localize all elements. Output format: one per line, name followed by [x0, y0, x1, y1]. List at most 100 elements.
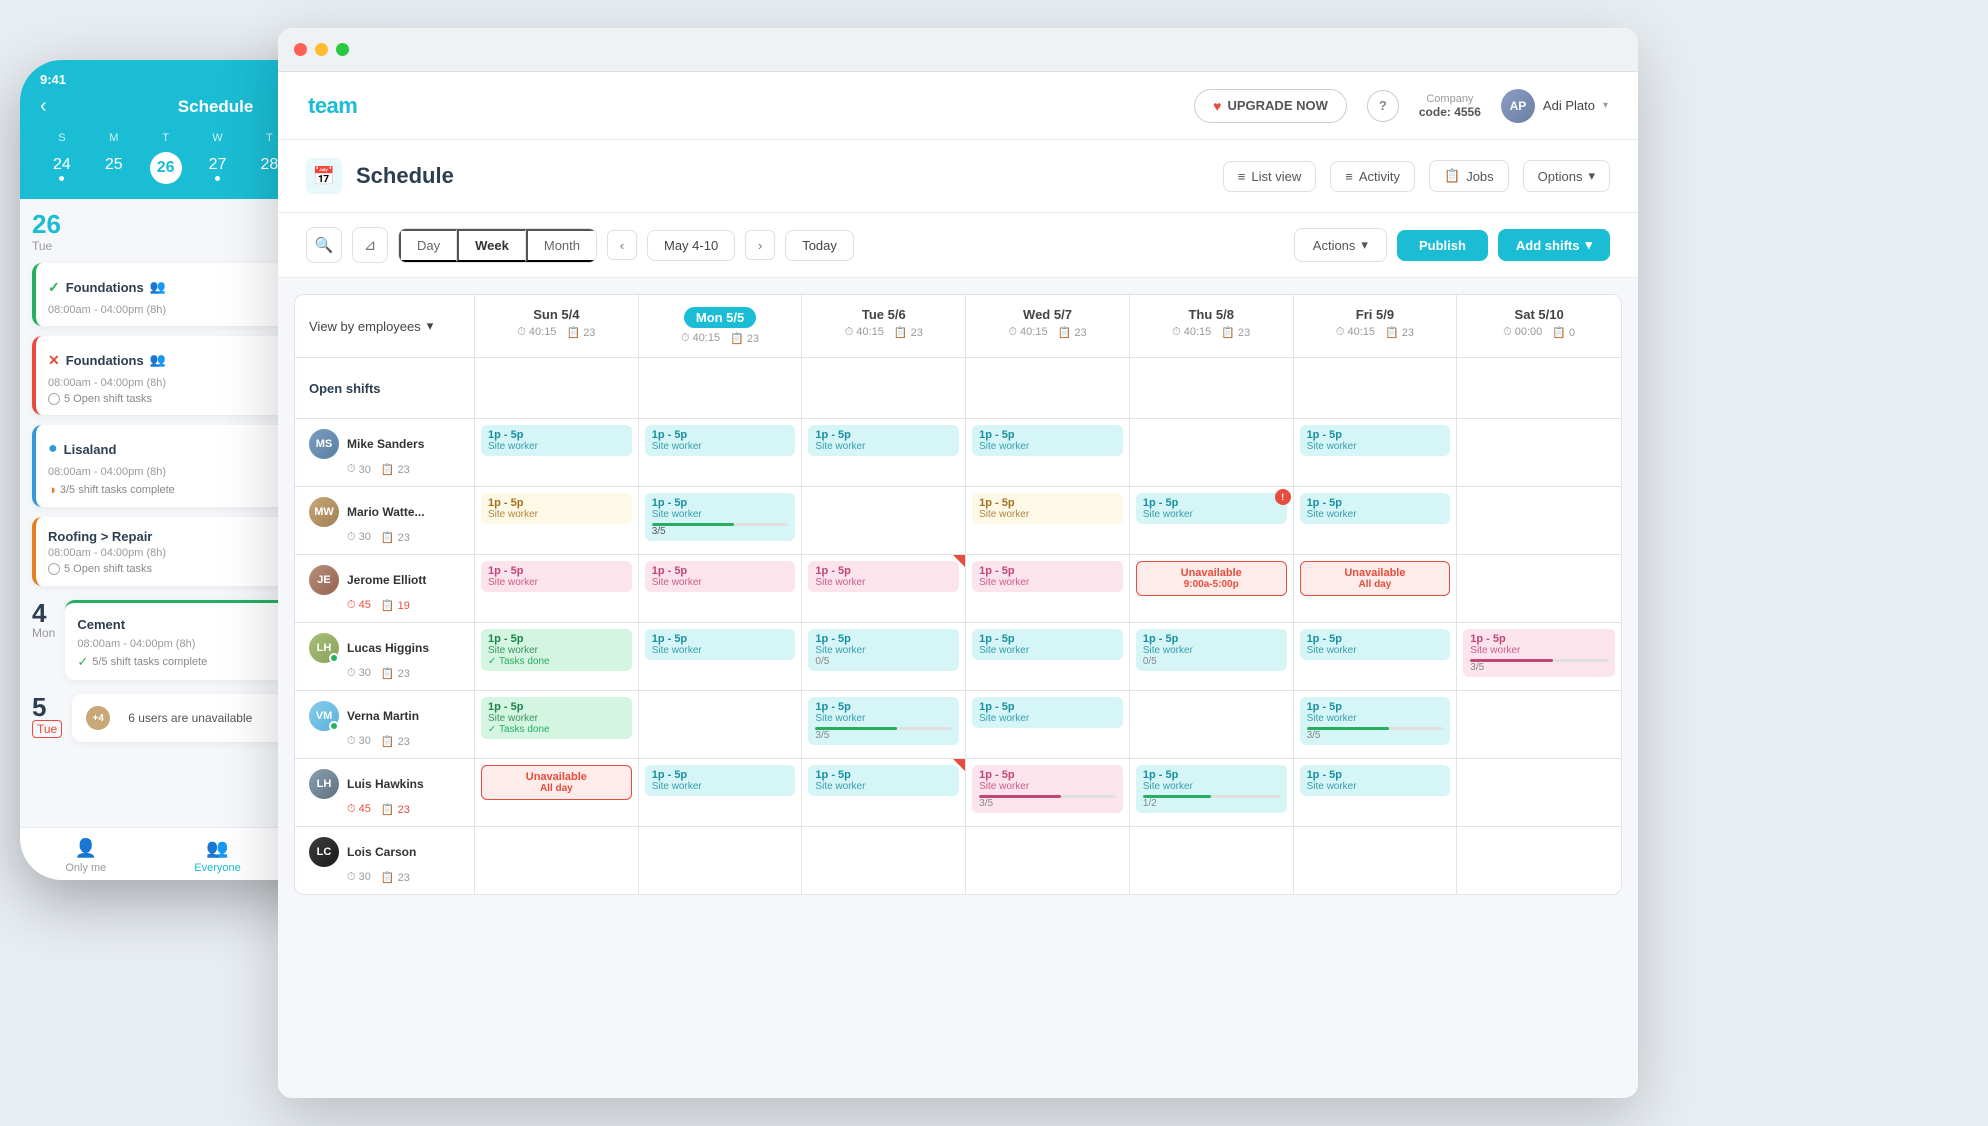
- shift-block[interactable]: 1p - 5p Site worker 0/5: [808, 629, 959, 671]
- phone-date-25[interactable]: 25: [88, 152, 140, 185]
- mario-sun[interactable]: 1p - 5p Site worker: [475, 487, 639, 554]
- help-button[interactable]: ?: [1367, 90, 1399, 122]
- mario-wed[interactable]: 1p - 5p Site worker: [966, 487, 1130, 554]
- shift-block[interactable]: 1p - 5p Site worker: [1300, 629, 1451, 660]
- lucas-tue[interactable]: 1p - 5p Site worker 0/5: [802, 623, 966, 690]
- shift-block[interactable]: 1p - 5p Site worker 3/5: [1463, 629, 1615, 677]
- shift-block[interactable]: 1p - 5p Site worker: [645, 765, 796, 796]
- mario-fri[interactable]: 1p - 5p Site worker: [1294, 487, 1458, 554]
- shift-block[interactable]: 1p - 5p Site worker ✓ Tasks done: [481, 629, 632, 671]
- shift-block[interactable]: 1p - 5p Site worker: [972, 493, 1123, 524]
- mike-wed[interactable]: 1p - 5p Site worker: [966, 419, 1130, 486]
- phone-day-num: 26: [32, 211, 61, 237]
- jerome-thu[interactable]: Unavailable 9:00a-5:00p: [1130, 555, 1294, 622]
- col-header-wed: Wed 5/7 ⏱ 40:15 📋 23: [966, 295, 1130, 357]
- clock-icon: ⏱: [347, 463, 356, 476]
- shift-block[interactable]: 1p - 5p Site worker: [645, 425, 796, 456]
- shift-block[interactable]: 1p - 5p Site worker: [645, 561, 796, 592]
- jerome-wed[interactable]: 1p - 5p Site worker: [966, 555, 1130, 622]
- options-button[interactable]: Options ▾: [1523, 160, 1610, 192]
- filter-button[interactable]: ⊿: [352, 227, 388, 263]
- shift-block[interactable]: 1p - 5p Site worker 3/5: [645, 493, 796, 541]
- traffic-light-red[interactable]: [294, 43, 307, 56]
- shift-block[interactable]: 1p - 5p Site worker 3/5: [1300, 697, 1451, 745]
- shift-block[interactable]: 1p - 5p Site worker: [1136, 493, 1287, 524]
- lucas-thu[interactable]: 1p - 5p Site worker 0/5: [1130, 623, 1294, 690]
- luis-tue[interactable]: 1p - 5p Site worker: [802, 759, 966, 826]
- shift-block[interactable]: 1p - 5p Site worker 0/5: [1136, 629, 1287, 671]
- luis-thu[interactable]: 1p - 5p Site worker 1/2: [1130, 759, 1294, 826]
- luis-sun[interactable]: Unavailable All day: [475, 759, 639, 826]
- shift-block[interactable]: 1p - 5p Site worker: [1300, 493, 1451, 524]
- jerome-sun[interactable]: 1p - 5p Site worker: [475, 555, 639, 622]
- mario-thu[interactable]: ! 1p - 5p Site worker: [1130, 487, 1294, 554]
- mike-sun[interactable]: 1p - 5p Site worker: [475, 419, 639, 486]
- lucas-mon[interactable]: 1p - 5p Site worker: [639, 623, 803, 690]
- traffic-light-yellow[interactable]: [315, 43, 328, 56]
- shift-block[interactable]: 1p - 5p Site worker: [808, 425, 959, 456]
- phone-date-24[interactable]: 24: [36, 152, 88, 185]
- shift-block[interactable]: 1p - 5p Site worker: [972, 629, 1123, 660]
- luis-fri[interactable]: 1p - 5p Site worker: [1294, 759, 1458, 826]
- shift-block[interactable]: 1p - 5p Site worker: [481, 425, 632, 456]
- actions-button[interactable]: Actions ▾: [1294, 228, 1387, 262]
- day-tab-month[interactable]: Month: [526, 229, 596, 262]
- list-view-button[interactable]: ≡ List view: [1223, 161, 1316, 192]
- shift-block[interactable]: 1p - 5p Site worker: [1300, 425, 1451, 456]
- lucas-fri[interactable]: 1p - 5p Site worker: [1294, 623, 1458, 690]
- view-by-cell[interactable]: View by employees ▾: [295, 295, 475, 357]
- day-tab-week[interactable]: Week: [457, 229, 526, 262]
- lucas-sat[interactable]: 1p - 5p Site worker 3/5: [1457, 623, 1621, 690]
- lois-avatar: LC: [309, 837, 339, 867]
- phone-date-27[interactable]: 27: [192, 152, 244, 185]
- shift-block[interactable]: 1p - 5p Site worker: [808, 765, 959, 796]
- traffic-light-green[interactable]: [336, 43, 349, 56]
- upgrade-now-button[interactable]: ♥ UPGRADE NOW: [1194, 89, 1347, 123]
- shift-block[interactable]: 1p - 5p Site worker: [972, 425, 1123, 456]
- user-profile[interactable]: AP Adi Plato ▾: [1501, 89, 1608, 123]
- verna-sun[interactable]: 1p - 5p Site worker ✓ Tasks done: [475, 691, 639, 758]
- luis-mon[interactable]: 1p - 5p Site worker: [639, 759, 803, 826]
- phone-nav-only-me[interactable]: 👤 Only me: [20, 838, 152, 874]
- day-4-num: 4: [32, 600, 55, 626]
- verna-wed[interactable]: 1p - 5p Site worker: [966, 691, 1130, 758]
- phone-nav-everyone[interactable]: 👥 Everyone: [152, 838, 284, 874]
- verna-fri[interactable]: 1p - 5p Site worker 3/5: [1294, 691, 1458, 758]
- shift-block[interactable]: 1p - 5p Site worker: [972, 697, 1123, 728]
- lucas-wed[interactable]: 1p - 5p Site worker: [966, 623, 1130, 690]
- add-shifts-button[interactable]: Add shifts ▾: [1498, 229, 1610, 261]
- mike-mon[interactable]: 1p - 5p Site worker: [639, 419, 803, 486]
- shift-block[interactable]: 1p - 5p Site worker 3/5: [972, 765, 1123, 813]
- lucas-sun[interactable]: 1p - 5p Site worker ✓ Tasks done: [475, 623, 639, 690]
- unavail-avatars: +4: [84, 704, 104, 732]
- prev-date-button[interactable]: ‹: [607, 230, 637, 260]
- shift-block[interactable]: 1p - 5p Site worker ✓ Tasks done: [481, 697, 632, 739]
- open-shifts-row: Open shifts: [295, 358, 1621, 419]
- shift-block[interactable]: 1p - 5p Site worker: [808, 561, 959, 592]
- jerome-fri[interactable]: Unavailable All day: [1294, 555, 1458, 622]
- luis-name: Luis Hawkins: [347, 777, 424, 791]
- mike-tue[interactable]: 1p - 5p Site worker: [802, 419, 966, 486]
- verna-tue[interactable]: 1p - 5p Site worker 3/5: [802, 691, 966, 758]
- search-button[interactable]: 🔍: [306, 227, 342, 263]
- jerome-tue[interactable]: 1p - 5p Site worker: [802, 555, 966, 622]
- shift-block[interactable]: 1p - 5p Site worker: [972, 561, 1123, 592]
- activity-button[interactable]: ≡ Activity: [1330, 161, 1415, 192]
- mike-fri[interactable]: 1p - 5p Site worker: [1294, 419, 1458, 486]
- jerome-mon[interactable]: 1p - 5p Site worker: [639, 555, 803, 622]
- phone-date-26-today[interactable]: 26: [150, 152, 182, 184]
- publish-button[interactable]: Publish: [1397, 230, 1488, 261]
- shift-block[interactable]: 1p - 5p Site worker: [481, 561, 632, 592]
- shift-block[interactable]: 1p - 5p Site worker 3/5: [808, 697, 959, 745]
- next-date-button[interactable]: ›: [745, 230, 775, 260]
- shift-block[interactable]: 1p - 5p Site worker: [645, 629, 796, 660]
- phone-back-button[interactable]: ‹: [40, 95, 47, 118]
- shift-block[interactable]: 1p - 5p Site worker 1/2: [1136, 765, 1287, 813]
- mario-mon[interactable]: 1p - 5p Site worker 3/5: [639, 487, 803, 554]
- luis-wed[interactable]: 1p - 5p Site worker 3/5: [966, 759, 1130, 826]
- shift-block[interactable]: 1p - 5p Site worker: [481, 493, 632, 524]
- jobs-button[interactable]: 📋 Jobs: [1429, 160, 1509, 192]
- day-tab-day[interactable]: Day: [399, 229, 457, 262]
- shift-block[interactable]: 1p - 5p Site worker: [1300, 765, 1451, 796]
- today-button[interactable]: Today: [785, 230, 854, 261]
